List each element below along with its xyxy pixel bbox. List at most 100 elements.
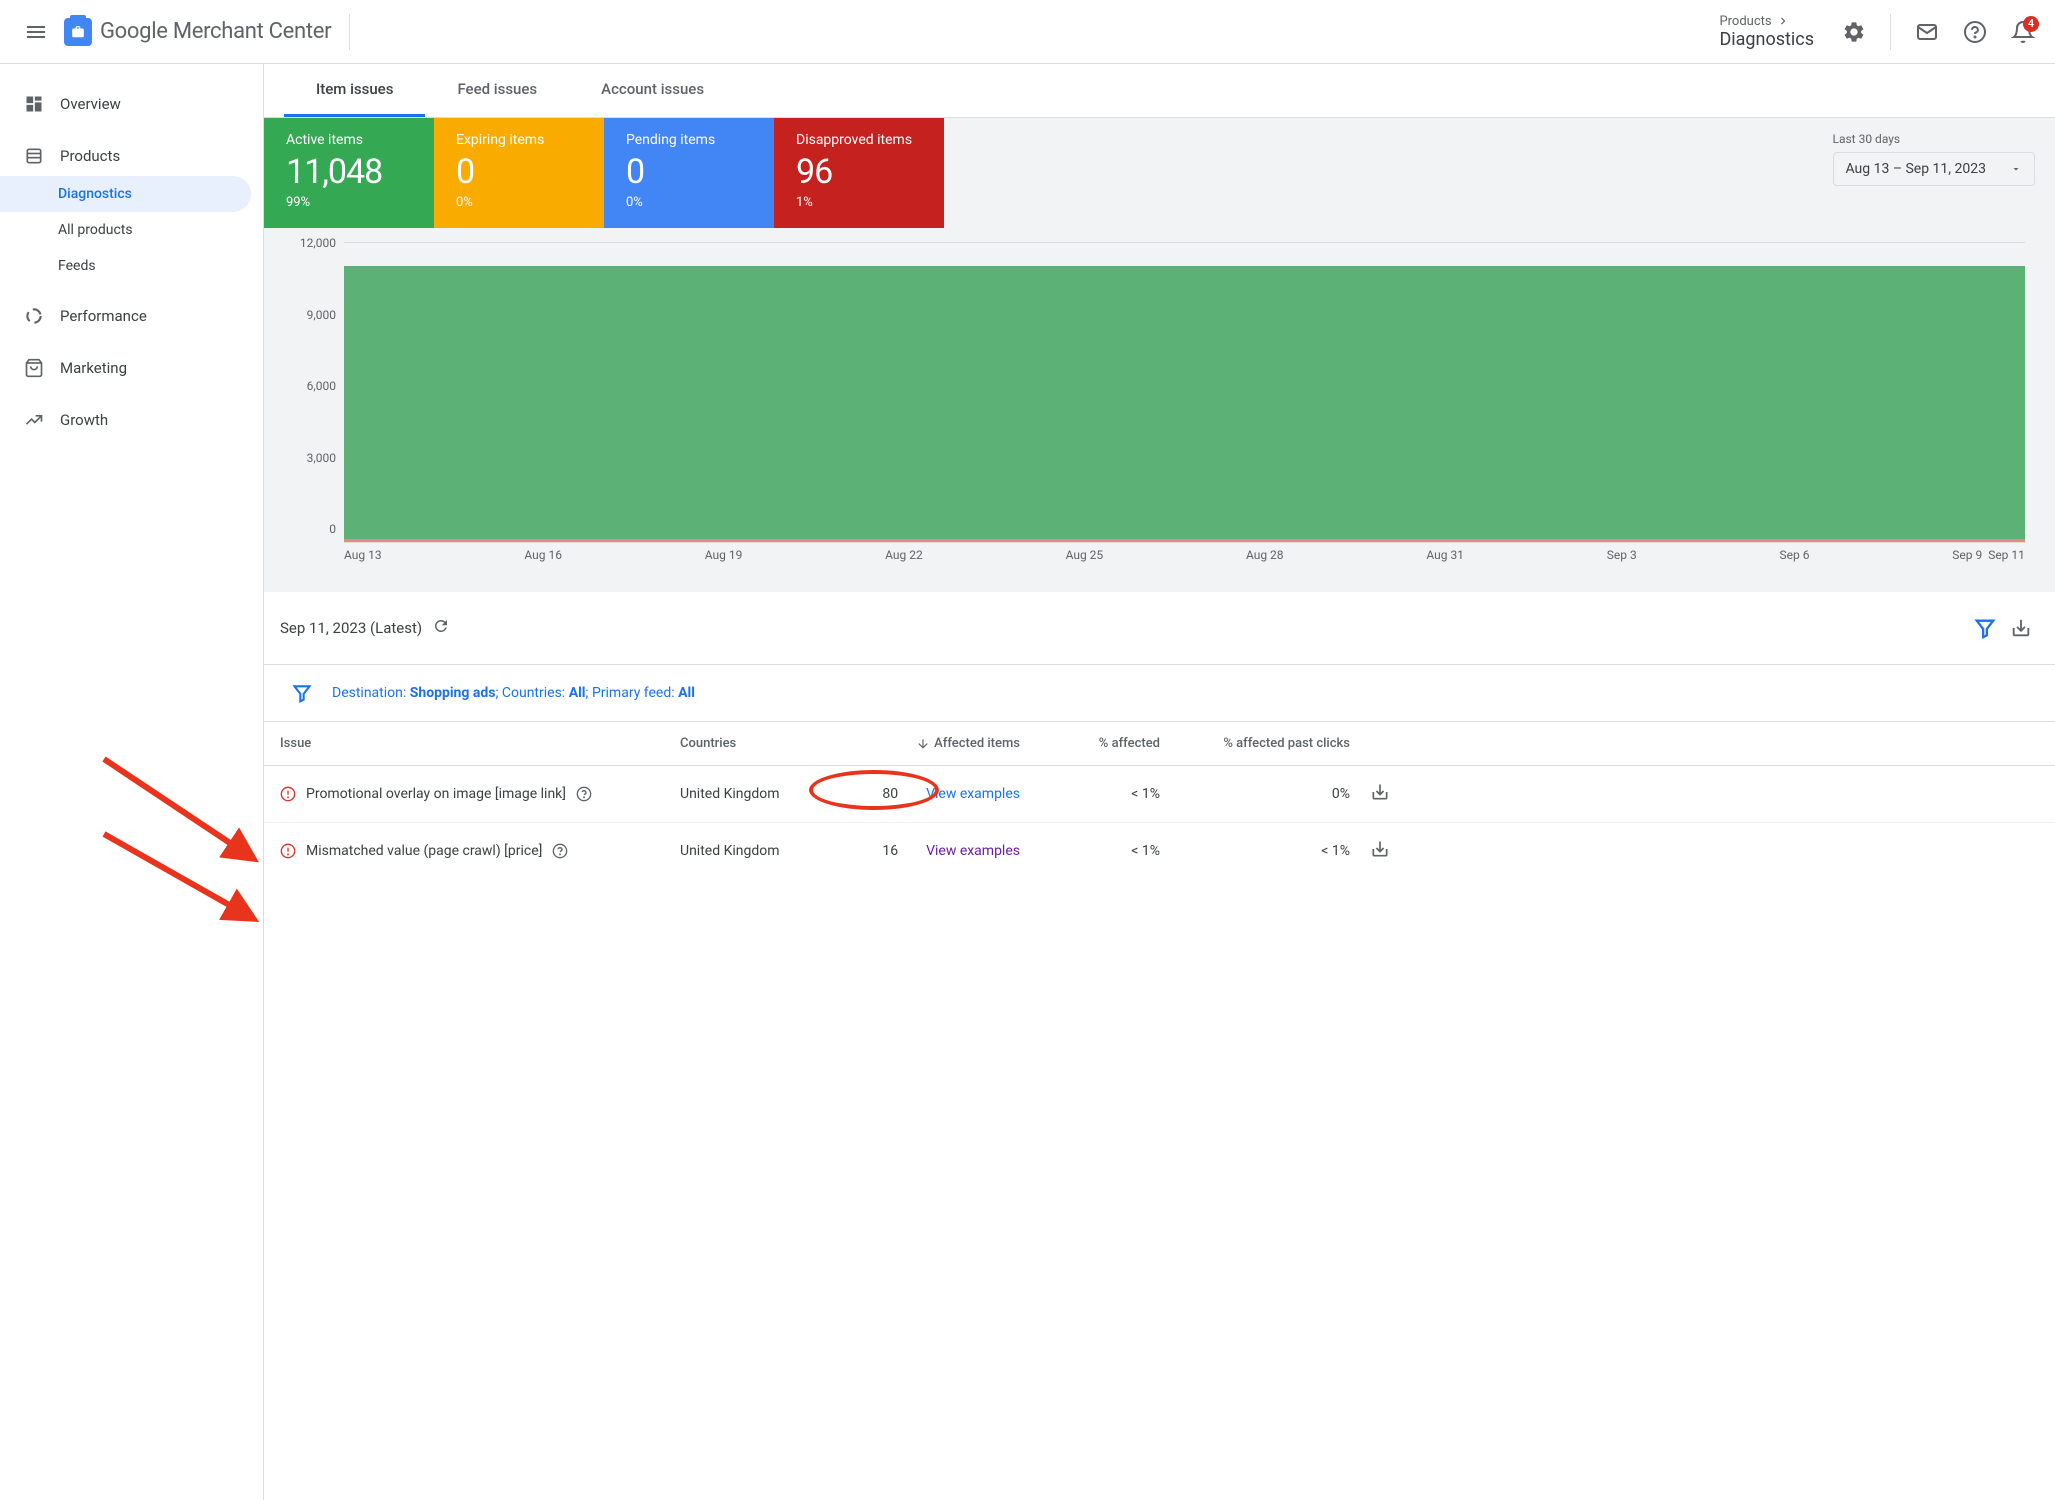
sidebar-item-label: Products xyxy=(60,147,120,165)
sidebar-item-marketing[interactable]: Marketing xyxy=(0,348,251,388)
stat-card-disapproved[interactable]: Disapproved items 96 1% xyxy=(774,118,944,228)
donut-icon xyxy=(24,306,44,326)
chart-series-disapproved xyxy=(344,539,2025,542)
tab-item-issues[interactable]: Item issues xyxy=(284,64,425,117)
sidebar-item-all-products[interactable]: All products xyxy=(0,212,251,248)
download-icon xyxy=(2010,617,2032,639)
breadcrumb-page: Diagnostics xyxy=(1719,29,1814,50)
dashboard-icon xyxy=(24,94,44,114)
logo-text: Google Merchant Center xyxy=(100,19,331,44)
error-icon xyxy=(280,843,296,859)
date-range-picker[interactable]: Aug 13 – Sep 11, 2023 xyxy=(1833,152,2036,186)
sidebar-item-feeds[interactable]: Feeds xyxy=(0,248,251,284)
sidebar-item-products[interactable]: Products xyxy=(0,136,251,176)
header-divider xyxy=(349,14,350,50)
mail-button[interactable] xyxy=(1907,12,1947,52)
issue-name: Promotional overlay on image [image link… xyxy=(306,786,566,802)
menu-icon xyxy=(24,20,48,44)
refresh-icon xyxy=(432,617,450,635)
stat-label: Active items xyxy=(286,132,412,148)
breadcrumb-parent: Products xyxy=(1719,14,1771,29)
issue-name: Mismatched value (page crawl) [price] xyxy=(306,843,542,859)
filter-icon xyxy=(1974,617,1996,639)
col-header-affected[interactable]: Affected items xyxy=(840,736,1020,751)
download-row-icon[interactable] xyxy=(1370,782,1390,802)
col-header-pct-clicks[interactable]: % affected past clicks xyxy=(1160,736,1350,751)
help-icon xyxy=(1963,20,1987,44)
stat-value: 0 xyxy=(456,154,582,191)
stat-percent: 0% xyxy=(626,195,752,210)
stat-card-pending[interactable]: Pending items 0 0% xyxy=(604,118,774,228)
notifications-button[interactable]: 4 xyxy=(2003,12,2043,52)
list-icon xyxy=(24,146,44,166)
filter-icon[interactable] xyxy=(292,683,312,703)
chart-plot-area[interactable] xyxy=(344,242,2025,542)
col-header-issue[interactable]: Issue xyxy=(280,736,680,751)
logo[interactable]: Google Merchant Center xyxy=(64,18,331,46)
table-row: Promotional overlay on image [image link… xyxy=(264,766,2055,822)
cell-pct-clicks: < 1% xyxy=(1160,843,1350,859)
filter-chips-text[interactable]: Destination: Shopping ads; Countries: Al… xyxy=(332,685,695,701)
date-range-label: Last 30 days xyxy=(1833,132,2036,146)
gear-icon xyxy=(1842,20,1866,44)
latest-snapshot-text: Sep 11, 2023 (Latest) xyxy=(280,619,422,637)
sidebar-item-label: Growth xyxy=(60,411,108,429)
cell-pct-affected: < 1% xyxy=(1020,786,1160,802)
refresh-button[interactable] xyxy=(432,617,450,639)
arrow-down-icon xyxy=(916,737,930,751)
stat-card-active[interactable]: Active items 11,048 99% xyxy=(264,118,434,228)
help-icon[interactable] xyxy=(576,786,592,802)
sidebar-item-performance[interactable]: Performance xyxy=(0,296,251,336)
chart-y-axis: 12,000 9,000 6,000 3,000 0 xyxy=(294,242,344,542)
cell-pct-clicks: 0% xyxy=(1160,786,1350,802)
stat-value: 0 xyxy=(626,154,752,191)
content-area: Item issues Feed issues Account issues A… xyxy=(264,64,2055,1500)
cell-countries: United Kingdom xyxy=(680,786,840,802)
view-examples-link[interactable]: View examples xyxy=(926,786,1020,802)
stat-label: Pending items xyxy=(626,132,752,148)
merchant-center-logo-icon xyxy=(64,18,92,46)
download-row-icon[interactable] xyxy=(1370,839,1390,859)
shopping-bag-icon xyxy=(24,358,44,378)
help-icon[interactable] xyxy=(552,843,568,859)
col-header-countries[interactable]: Countries xyxy=(680,736,840,751)
cell-countries: United Kingdom xyxy=(680,843,840,859)
chevron-right-icon xyxy=(1776,14,1790,28)
stat-value: 96 xyxy=(796,154,922,191)
settings-button[interactable] xyxy=(1834,12,1874,52)
stat-label: Disapproved items xyxy=(796,132,922,148)
help-button[interactable] xyxy=(1955,12,1995,52)
view-examples-link[interactable]: View examples xyxy=(926,843,1020,859)
app-header: Google Merchant Center Products Diagnost… xyxy=(0,0,2055,64)
sidebar-item-label: Performance xyxy=(60,307,147,325)
header-divider xyxy=(1890,14,1891,50)
sidebar-item-overview[interactable]: Overview xyxy=(0,84,251,124)
download-button[interactable] xyxy=(2003,610,2039,646)
sidebar-item-growth[interactable]: Growth xyxy=(0,400,251,440)
sidebar-item-diagnostics[interactable]: Diagnostics xyxy=(0,176,251,212)
stat-percent: 0% xyxy=(456,195,582,210)
sidebar-item-label: Feeds xyxy=(58,258,96,274)
sidebar-item-label: All products xyxy=(58,222,133,238)
sidebar-item-label: Overview xyxy=(60,95,121,113)
hamburger-menu-button[interactable] xyxy=(12,8,60,56)
stat-percent: 99% xyxy=(286,195,412,210)
cell-pct-affected: < 1% xyxy=(1020,843,1160,859)
stat-percent: 1% xyxy=(796,195,922,210)
chart-series-active xyxy=(344,266,2025,542)
table-row: Mismatched value (page crawl) [price] Un… xyxy=(264,822,2055,879)
tab-feed-issues[interactable]: Feed issues xyxy=(425,64,569,117)
items-chart: 12,000 9,000 6,000 3,000 0 xyxy=(264,228,2055,592)
stat-card-expiring[interactable]: Expiring items 0 0% xyxy=(434,118,604,228)
issues-table: Issue Countries Affected items % affecte… xyxy=(264,722,2055,879)
stat-value: 11,048 xyxy=(286,154,412,191)
sidebar: Overview Products Diagnostics All produc… xyxy=(0,64,264,1500)
breadcrumb[interactable]: Products Diagnostics xyxy=(1719,14,1814,50)
col-header-pct-affected[interactable]: % affected xyxy=(1020,736,1160,751)
filter-button[interactable] xyxy=(1967,610,2003,646)
date-range-value: Aug 13 – Sep 11, 2023 xyxy=(1846,161,1987,177)
tab-account-issues[interactable]: Account issues xyxy=(569,64,736,117)
caret-down-icon xyxy=(2010,163,2022,175)
active-filters-row: Destination: Shopping ads; Countries: Al… xyxy=(264,665,2055,722)
cell-affected-count: 80 xyxy=(882,786,898,802)
